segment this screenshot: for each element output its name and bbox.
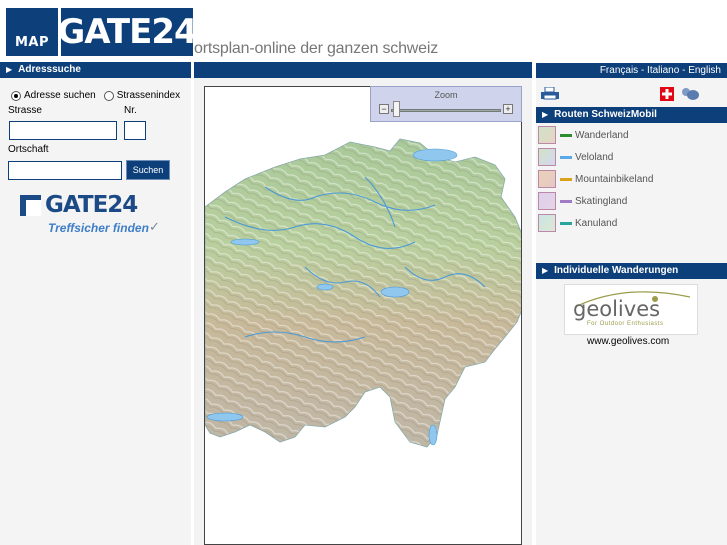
route-item-mountainbikeland[interactable]: Mountainbikeland <box>538 169 653 189</box>
switzerland-relief-map <box>205 138 521 448</box>
radio-index[interactable] <box>103 90 114 101</box>
zoom-slider-track[interactable] <box>391 109 501 112</box>
individual-hikes-header: ▶ Individuelle Wanderungen <box>536 263 727 279</box>
route-thumbnail <box>538 126 556 144</box>
language-links[interactable]: Français - Italiano - English <box>600 65 721 76</box>
address-search-title: Adresssuche <box>18 64 81 75</box>
brand-tagline: Treffsicher finden <box>48 221 149 235</box>
geolives-logo[interactable]: geolives For Outdoor Enthusiasts <box>564 284 698 335</box>
route-item-skatingland[interactable]: Skatingland <box>538 191 627 211</box>
zoom-in-button[interactable]: + <box>503 104 513 114</box>
language-bar[interactable]: Français - Italiano - English <box>536 63 727 78</box>
search-button[interactable]: Suchen <box>126 160 170 180</box>
route-thumbnail <box>538 192 556 210</box>
zoom-label: Zoom <box>434 90 458 100</box>
zoom-slider-handle[interactable] <box>393 101 400 117</box>
individual-hikes-title: Individuelle Wanderungen <box>554 265 679 276</box>
geolives-tagline: For Outdoor Enthusiasts <box>587 321 664 327</box>
radio-address[interactable] <box>11 90 21 101</box>
route-label: Skatingland <box>575 195 628 207</box>
geolives-wordmark: geolives <box>573 297 661 321</box>
route-color-swatch <box>560 133 572 137</box>
triangle-right-icon: ▶ <box>542 110 549 119</box>
street-input[interactable] <box>9 121 117 140</box>
switzerland-map[interactable] <box>204 86 522 545</box>
route-thumbnail <box>538 148 556 166</box>
swiss-flag-icon[interactable] <box>660 87 674 101</box>
zoom-control: Zoom − + <box>370 86 522 122</box>
route-item-kanuland[interactable]: Kanuland <box>538 213 617 233</box>
route-label: Wanderland <box>575 129 629 141</box>
geolives-link[interactable]: www.geolives.com <box>587 336 669 347</box>
print-icon[interactable] <box>541 86 559 101</box>
gate24-brand-text: GATE24 <box>45 192 138 218</box>
radio-group: Adresse suchen Strassenindex <box>11 90 180 101</box>
number-label: Nr. <box>124 105 137 116</box>
address-search-header: ▶ Adresssuche <box>0 62 191 78</box>
city-label: Ortschaft <box>8 144 49 155</box>
users-icon[interactable] <box>680 87 700 101</box>
city-input[interactable] <box>8 161 122 180</box>
country-shape <box>205 138 521 448</box>
radio-address-label: Adresse suchen <box>24 90 96 101</box>
site-tagline: ortsplan-online der ganzen schweiz <box>194 40 439 57</box>
route-item-veloland[interactable]: Veloland <box>538 147 613 167</box>
routes-title: Routen SchweizMobil <box>554 109 657 120</box>
gate24-brand-logo[interactable]: GATE24 <box>20 192 138 218</box>
gate24-square-icon <box>20 194 41 216</box>
logo-map-part: MAP <box>6 8 58 56</box>
routes-header: ▶ Routen SchweizMobil <box>536 107 727 123</box>
triangle-right-icon: ▶ <box>6 65 13 74</box>
route-item-wanderland[interactable]: Wanderland <box>538 125 629 145</box>
route-color-swatch <box>560 177 572 181</box>
route-thumbnail <box>538 170 556 188</box>
mapgate24-logo[interactable]: MAP GATE24 <box>6 8 198 56</box>
radio-index-label: Strassenindex <box>116 90 181 101</box>
route-thumbnail <box>538 214 556 232</box>
route-color-swatch <box>560 155 572 159</box>
map-header-bar <box>194 62 532 78</box>
route-label: Kanuland <box>575 217 618 229</box>
logo-gate-part: GATE24 <box>57 8 198 56</box>
route-color-swatch <box>560 221 572 225</box>
route-label: Mountainbikeland <box>575 173 654 185</box>
number-input[interactable] <box>124 121 146 140</box>
checkmark-icon: ✓ <box>149 219 160 234</box>
zoom-out-button[interactable]: − <box>379 104 389 114</box>
street-label: Strasse <box>8 105 42 116</box>
route-color-swatch <box>560 199 572 203</box>
route-label: Veloland <box>575 151 614 163</box>
triangle-right-icon: ▶ <box>542 266 549 275</box>
